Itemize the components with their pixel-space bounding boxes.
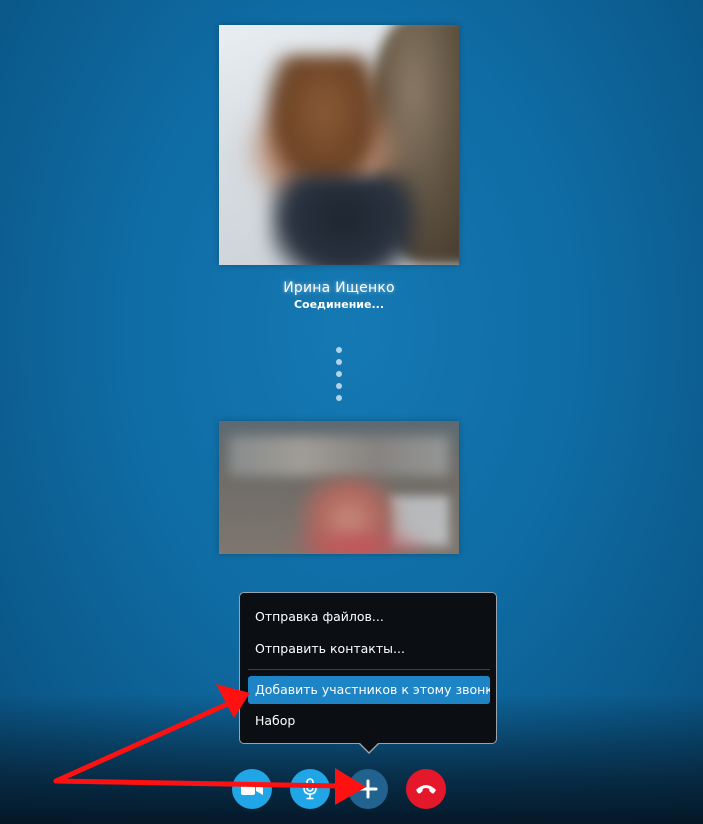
video-background-shelf bbox=[229, 436, 449, 476]
local-video-preview bbox=[219, 421, 459, 554]
menu-item-add-participants[interactable]: Добавить участников к этому звонку... bbox=[248, 676, 490, 704]
microphone-icon bbox=[303, 778, 317, 800]
menu-item-send-contacts[interactable]: Отправить контакты... bbox=[248, 635, 490, 663]
phone-hangup-icon bbox=[416, 785, 436, 794]
photo-dress-area bbox=[269, 175, 419, 265]
connecting-dot bbox=[336, 395, 342, 401]
video-camera-icon bbox=[241, 783, 263, 795]
plus-icon bbox=[358, 779, 378, 799]
connecting-dot bbox=[336, 371, 342, 377]
menu-item-send-files[interactable]: Отправка файлов... bbox=[248, 603, 490, 631]
connecting-dot bbox=[336, 347, 342, 353]
connecting-dot bbox=[336, 359, 342, 365]
remote-participant-avatar bbox=[219, 25, 459, 265]
menu-separator bbox=[248, 669, 490, 670]
call-options-menu: Отправка файлов... Отправить контакты...… bbox=[239, 592, 497, 754]
menu-pointer-inner bbox=[359, 742, 379, 752]
photo-hair-area bbox=[264, 55, 384, 195]
call-status: Соединение... bbox=[293, 298, 385, 311]
remote-participant-name: Ирина Ищенко bbox=[283, 280, 395, 296]
video-toggle-button[interactable] bbox=[232, 769, 272, 809]
microphone-toggle-button[interactable] bbox=[290, 769, 330, 809]
connecting-indicator bbox=[335, 347, 343, 407]
hang-up-button[interactable] bbox=[406, 769, 446, 809]
connecting-dot bbox=[336, 383, 342, 389]
menu-item-dial-pad[interactable]: Набор bbox=[248, 707, 490, 735]
add-options-button[interactable] bbox=[348, 769, 388, 809]
video-person-shirt bbox=[279, 526, 439, 554]
